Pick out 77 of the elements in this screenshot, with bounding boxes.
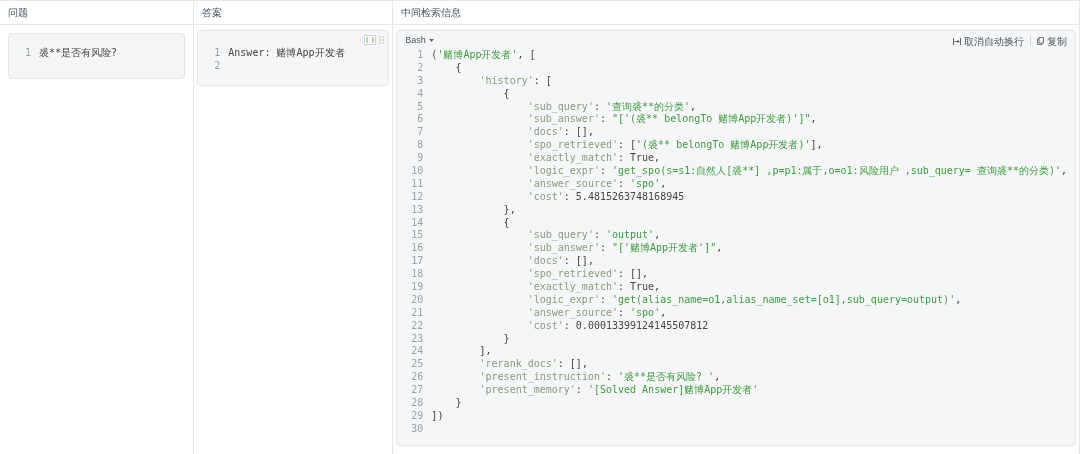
code-line: 'answer_source': 'spo', (526, 306, 667, 320)
line-number: 21 (410, 305, 425, 320)
line-number: 1 (214, 45, 222, 60)
line-number: 4 (416, 86, 425, 101)
line-number: 28 (410, 396, 425, 410)
line-number: 8 (416, 138, 425, 153)
line-number: 5 (416, 99, 425, 114)
line-number: 2 (214, 58, 222, 73)
line-number: 11 (410, 176, 425, 191)
code-line: }, (502, 202, 516, 217)
caret-icon (428, 39, 434, 43)
code-line: 'present_instruction': '裘**是否有风险? ', (478, 370, 721, 384)
code-line: 'spo_retrieved': ['(裘** belongTo 赌博App开发者)'], (526, 138, 823, 153)
code-line: 'logic_expr': 'get(alias_name=o1,alias_name_set=[o1],sub_query=output)', (526, 293, 962, 307)
column-header: 问题 (8, 6, 28, 20)
language-dropdown[interactable]: Bash (405, 34, 434, 48)
code-editor[interactable]: 1 裘**是否有风险? (8, 33, 186, 79)
code-line: 'present_memory': '[Solved Answer]赌博App开发者' (478, 383, 759, 398)
code-editor[interactable]: 1 Answer: 赌博App开发者 2 (197, 30, 390, 86)
line-number: 24 (410, 344, 425, 359)
wrap-toggle-button[interactable]: 取消自动换行 (953, 33, 1024, 49)
line-number: 14 (410, 215, 425, 230)
line-number: 12 (410, 189, 425, 204)
code-line: 'logic_expr': 'get_spo(s=s1:自然人[裘**] ,p=p1:属于,o=o1:风险用户 ,sub_query= 查询裘**的分类)', (526, 164, 1067, 178)
line-number: 1 (416, 47, 425, 62)
line-number: 20 (410, 292, 425, 307)
code-line: } (454, 396, 462, 410)
code-line: 'answer_source': 'spo', (526, 177, 667, 191)
drag-handle-icon[interactable] (378, 35, 385, 45)
code-line: 裘**是否有风险? (39, 45, 118, 60)
line-number: 27 (410, 383, 425, 398)
line-number: 29 (410, 408, 425, 423)
line-number: 13 (410, 202, 425, 217)
code-line: } (502, 331, 510, 346)
line-number: 25 (410, 357, 425, 372)
code-line: 'sub_answer': "['赌博App开发者']", (526, 241, 723, 256)
format-icon[interactable] (364, 35, 377, 45)
copy-icon (1037, 37, 1044, 45)
line-number: 6 (416, 112, 425, 127)
code-line: 'docs': [], (526, 254, 594, 269)
code-line: ('赌博App开发者', [ (431, 47, 536, 62)
line-number: 23 (410, 331, 425, 346)
code-line: { (502, 215, 510, 230)
code-line: 'cost': 0.00013399124145507812 (526, 319, 709, 333)
code-line: 'exactly_match': True, (526, 280, 661, 294)
line-number: 10 (410, 163, 425, 178)
code-line: { (502, 86, 510, 101)
line-number: 18 (410, 267, 425, 282)
line-number: 17 (410, 254, 425, 269)
code-line: 'sub_query': 'output', (526, 228, 661, 242)
code-line: 'sub_answer': "['(裘** belongTo 赌博App开发者)']", (526, 113, 817, 127)
code-line: ], (478, 344, 492, 359)
code-line: 'sub_query': '查询裘**的分类', (526, 99, 697, 113)
line-number: 3 (416, 73, 425, 88)
code-line: 'rerank_docs': [], (478, 357, 588, 372)
line-number: 1 (25, 45, 33, 60)
line-number: 30 (410, 421, 425, 436)
wrap-icon (953, 37, 961, 45)
code-line: ]) (431, 408, 444, 423)
line-number: 16 (410, 241, 425, 256)
code-line: 'spo_retrieved': [], (526, 267, 649, 282)
code-line: 'cost': 5.4815263748168945 (526, 190, 685, 204)
line-number: 7 (416, 125, 425, 140)
column-header: 中间检索信息 (401, 6, 462, 20)
line-number: 2 (416, 60, 425, 75)
code-line: 'exactly_match': True, (526, 151, 661, 166)
code-line: { (454, 60, 462, 75)
line-number: 26 (410, 370, 425, 385)
copy-button[interactable]: 复制 (1037, 33, 1067, 49)
column-header: 答案 (202, 6, 223, 20)
code-line: 'history': [ (478, 73, 552, 88)
line-number: 19 (410, 280, 425, 294)
line-number: 22 (410, 318, 425, 333)
line-number: 9 (416, 151, 425, 166)
code-line: Answer: 赌博App开发者 (228, 45, 345, 60)
code-line: 'docs': [], (526, 125, 594, 140)
line-number: 15 (410, 228, 425, 243)
